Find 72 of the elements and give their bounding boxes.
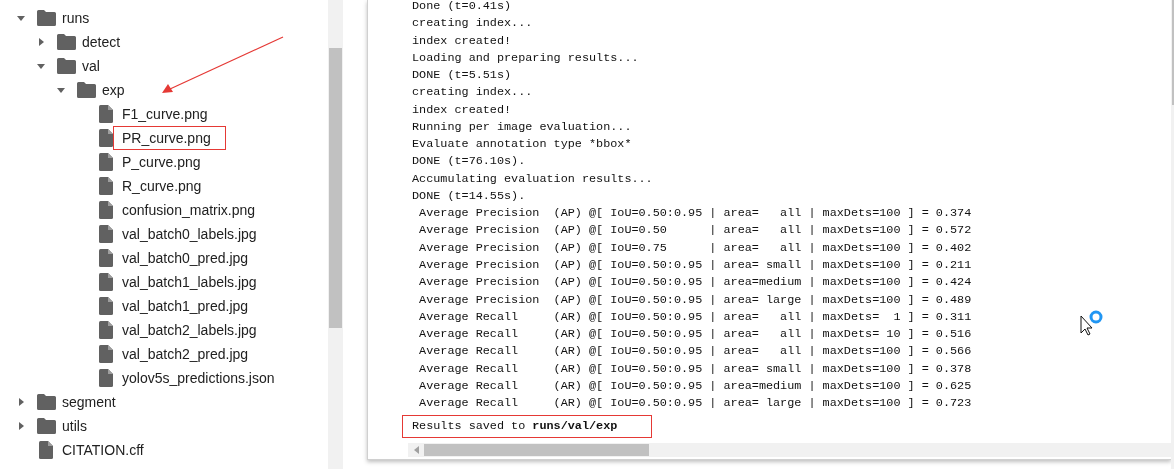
caret-icon[interactable]: [36, 61, 46, 71]
output-line: DONE (t=76.10s).: [412, 154, 526, 169]
file-name[interactable]: val_batch0_pred.jpg: [122, 247, 249, 269]
output-line: creating index...: [412, 16, 533, 31]
folder-name[interactable]: runs: [62, 7, 90, 29]
file-name[interactable]: R_curve.png: [122, 175, 202, 197]
caret-icon[interactable]: [16, 397, 26, 407]
output-line: Average Precision (AP) @[ IoU=0.50:0.95 | area= small | maxDets=100 ] = 0.211: [418, 258, 972, 272]
file-name[interactable]: val_batch2_labels.jpg: [122, 319, 257, 341]
output-line: Average Precision (AP) @[ IoU=0.50:0.95 | area=medium | maxDets=100 ] = 0.424: [418, 275, 972, 290]
caret-icon[interactable]: [56, 85, 66, 95]
busy-cursor-icon: [1080, 309, 1104, 336]
folder-icon: [57, 34, 76, 50]
output-line: index created!: [412, 33, 512, 48]
output-line: Average Recall (AR) @[ IoU=0.50:0.95 | area= all | maxDets= 10 ] = 0.516: [418, 327, 972, 342]
file-icon: [99, 273, 113, 291]
folder-name[interactable]: detect: [82, 31, 121, 53]
highlighted-file-name[interactable]: PR_curve.png: [113, 126, 226, 150]
folder-icon: [37, 394, 56, 410]
folder-name[interactable]: exp: [102, 79, 125, 101]
output-line: Evaluate annotation type *bbox*: [412, 137, 632, 152]
scrollbar-thumb[interactable]: [424, 444, 649, 456]
output-line: Done (t=0.41s): [412, 0, 512, 13]
output-line: Running per image evaluation...: [412, 119, 632, 134]
output-line: creating index...: [412, 85, 533, 100]
output-line: Average Recall (AR) @[ IoU=0.50:0.95 | area= all | maxDets= 1 ] = 0.311: [418, 309, 972, 324]
folder-icon: [57, 58, 76, 74]
caret-icon[interactable]: [16, 13, 26, 23]
file-name[interactable]: yolov5s_predictions.json: [122, 367, 275, 389]
output-line: Average Precision (AP) @[ IoU=0.50:0.95 | area= large | maxDets=100 ] = 0.489: [418, 292, 972, 307]
output-line: Average Precision (AP) @[ IoU=0.50:0.95 | area= all | maxDets=100 ] = 0.374: [418, 206, 972, 221]
file-name[interactable]: val_batch0_labels.jpg: [122, 223, 257, 245]
file-name[interactable]: confusion_matrix.png: [122, 199, 256, 221]
folder-name[interactable]: segment: [62, 391, 116, 413]
file-icon: [99, 297, 113, 315]
folder-name[interactable]: val: [82, 55, 100, 77]
file-name[interactable]: val_batch1_pred.jpg: [122, 295, 249, 317]
file-icon: [99, 153, 113, 171]
file-name[interactable]: val_batch1_labels.jpg: [122, 271, 257, 293]
file-icon: [99, 345, 113, 363]
file-icon: [39, 441, 53, 459]
output-line: Accumulating evaluation results...: [412, 171, 653, 186]
output-line: Average Recall (AR) @[ IoU=0.50:0.95 | area= all | maxDets=100 ] = 0.566: [418, 344, 972, 359]
scrollbar-thumb[interactable]: [329, 48, 342, 328]
file-icon: [99, 105, 113, 123]
file-icon: [99, 201, 113, 219]
file-name[interactable]: P_curve.png: [122, 151, 201, 173]
output-line: Loading and preparing results...: [412, 50, 639, 65]
output-line: Average Recall (AR) @[ IoU=0.50:0.95 | area= large | maxDets=100 ] = 0.723: [418, 396, 972, 411]
folder-icon: [37, 418, 56, 434]
output-line: Average Precision (AP) @[ IoU=0.75 | area= all | maxDets=100 ] = 0.402: [418, 240, 972, 255]
output-line: Average Recall (AR) @[ IoU=0.50:0.95 | area= small | maxDets=100 ] = 0.378: [418, 361, 972, 376]
output-line: DONE (t=5.51s): [412, 68, 512, 83]
file-icon: [99, 249, 113, 267]
folder-icon: [77, 82, 96, 98]
caret-icon[interactable]: [36, 37, 46, 47]
file-icon: [99, 129, 113, 147]
file-name[interactable]: val_batch2_pred.jpg: [122, 343, 249, 365]
output-line: DONE (t=14.55s).: [412, 188, 526, 203]
file-icon: [99, 177, 113, 195]
folder-name[interactable]: utils: [62, 415, 87, 437]
output-line: index created!: [412, 102, 512, 117]
output-line: Average Precision (AP) @[ IoU=0.50 | area= all | maxDets=100 ] = 0.572: [418, 223, 972, 238]
file-icon: [99, 321, 113, 339]
file-icon: [99, 369, 113, 387]
output-line: Average Recall (AR) @[ IoU=0.50:0.95 | area=medium | maxDets=100 ] = 0.625: [418, 378, 972, 393]
scrollbar-thumb[interactable]: [1172, 0, 1174, 105]
file-name[interactable]: F1_curve.png: [122, 103, 208, 125]
file-name[interactable]: CITATION.cff: [62, 439, 144, 461]
folder-icon: [37, 10, 56, 26]
caret-icon[interactable]: [16, 421, 26, 431]
file-icon: [99, 225, 113, 243]
